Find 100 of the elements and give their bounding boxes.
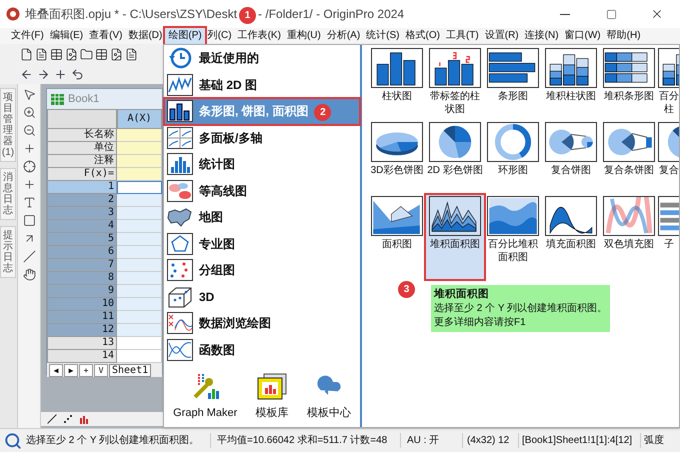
plot-menu-shortcut[interactable]: 模板中心 <box>306 371 351 422</box>
search-icon[interactable] <box>4 432 22 450</box>
tool-icon[interactable] <box>22 214 36 227</box>
radar-icon <box>167 232 193 255</box>
row-header[interactable]: 7 <box>47 259 117 272</box>
row-header[interactable]: 11 <box>47 311 117 324</box>
side-panel-tab[interactable]: 项目管理器 (1) <box>0 88 16 162</box>
tool-icon[interactable] <box>22 124 36 137</box>
sheet-nav-button[interactable]: + <box>79 364 93 376</box>
gallery-item[interactable]: 双色填充图 <box>600 195 658 269</box>
gallery-item[interactable]: 子 <box>658 195 679 269</box>
tool-icon[interactable] <box>22 106 36 119</box>
gallery-item[interactable]: 堆积柱状图 <box>542 47 600 121</box>
menu-item[interactable]: 工具(T) <box>442 28 482 44</box>
menu-item[interactable]: 编辑(E) <box>46 28 86 44</box>
plot-menu-item[interactable]: 地图 <box>164 204 360 230</box>
plot-menu-item[interactable]: 分组图 <box>164 257 360 284</box>
gallery-item[interactable]: 堆积面积图 <box>426 195 484 279</box>
gallery-item[interactable]: 3D彩色饼图 <box>368 121 426 195</box>
row-header[interactable]: 12 <box>47 324 117 337</box>
gallery-item[interactable]: 百分比堆积面积图 <box>484 195 542 269</box>
menu-item[interactable]: 数据(D) <box>125 28 166 44</box>
plot-menu-shortcut[interactable]: Graph Maker <box>173 371 238 422</box>
menu-item[interactable]: 分析(A) <box>324 28 364 44</box>
plot-menu-item[interactable]: 多面板/多轴 <box>164 124 360 151</box>
menu-item[interactable]: 文件(F) <box>8 28 47 44</box>
row-header[interactable]: 3 <box>47 207 117 220</box>
gallery-item[interactable]: 堆积条形图 <box>600 47 658 121</box>
side-panel-tab[interactable]: 消息日志 <box>0 168 16 220</box>
plot-menu-item[interactable]: 函数图 <box>164 336 360 363</box>
column-header[interactable]: A(X) <box>117 109 162 129</box>
menu-item[interactable]: 查看(V) <box>86 28 126 44</box>
sheet-nav-button[interactable]: V <box>94 364 108 376</box>
row-header[interactable]: 9 <box>47 285 117 298</box>
row-header[interactable]: 5 <box>47 233 117 246</box>
gallery-item[interactable]: 复合 <box>658 121 679 195</box>
plot-menu-item[interactable]: 3D <box>164 284 360 310</box>
line-tool-icon[interactable] <box>47 414 57 424</box>
gallery-item[interactable]: 复合饼图 <box>542 121 600 195</box>
sheet-tab[interactable]: Sheet1 <box>109 364 152 376</box>
row-header[interactable]: 8 <box>47 272 117 285</box>
tool-icon[interactable] <box>22 142 36 155</box>
scatter-icon[interactable] <box>63 414 73 424</box>
gallery-item[interactable]: 柱状图 <box>368 47 426 121</box>
tool-icon[interactable] <box>22 178 36 191</box>
two-color-band-thumbnail <box>603 196 655 236</box>
gallery-item[interactable]: 面积图 <box>368 195 426 269</box>
plot-menu-item[interactable]: 最近使用的 <box>164 45 360 72</box>
side-panel-tab[interactable]: 提示日志 <box>0 226 16 278</box>
menu-item[interactable]: 帮助(H) <box>604 28 644 44</box>
window-title: - /Folder1/ - OriginPro 2024 <box>258 6 404 23</box>
sheet-nav-button[interactable]: ◀ <box>49 364 63 376</box>
tool-icon[interactable] <box>22 196 36 209</box>
stacked-area-thumbnail <box>429 196 481 236</box>
gallery-item[interactable]: 复合条饼图 <box>600 121 658 195</box>
row-header[interactable]: 10 <box>47 298 117 311</box>
menu-item[interactable]: 窗口(W) <box>562 28 604 44</box>
plot-menu-item[interactable]: 统计图 <box>164 151 360 178</box>
multi-panel-icon <box>167 126 193 149</box>
row-header[interactable]: 14 <box>47 350 117 363</box>
gallery-item[interactable]: 2D 彩色饼图 <box>426 121 484 195</box>
menu-item[interactable]: 格式(O) <box>402 28 443 44</box>
gallery-item[interactable]: 环形图 <box>484 121 542 195</box>
row-header[interactable]: 13 <box>47 337 117 350</box>
menu-item[interactable]: 绘图(P) <box>165 28 205 44</box>
status-size: (4x32) 12 <box>462 433 518 448</box>
plot-menu-item[interactable]: 数据浏览绘图 <box>164 310 360 336</box>
tool-icon[interactable] <box>22 268 36 281</box>
menu-item[interactable]: 列(C) <box>204 28 235 44</box>
line-chart-icon <box>167 74 193 96</box>
gallery-item[interactable]: 条形图 <box>484 47 542 121</box>
row-header[interactable]: 2 <box>47 194 117 207</box>
gallery-item[interactable]: 填充面积图 <box>542 195 600 269</box>
table-cell <box>117 142 162 155</box>
row-header[interactable]: 4 <box>47 220 117 233</box>
callout-badge: 2 <box>314 104 332 121</box>
plot-menu-item[interactable]: 等高线图 <box>164 178 360 204</box>
forward-arrow-icon[interactable] <box>37 68 50 80</box>
menu-item[interactable]: 重构(U) <box>284 28 324 44</box>
tool-icon[interactable] <box>22 250 36 263</box>
undo-icon[interactable] <box>71 68 84 80</box>
sheet-nav-button[interactable]: ▶ <box>64 364 78 376</box>
menu-item[interactable]: 设置(R) <box>482 28 522 44</box>
row-header[interactable]: 6 <box>47 246 117 259</box>
corner-header <box>47 109 117 129</box>
plus-icon[interactable] <box>54 68 67 80</box>
plot-menu-shortcut[interactable]: 模板库 <box>256 373 289 422</box>
gallery-item[interactable]: 带标签的柱状图 <box>426 47 484 121</box>
menu-item[interactable]: 工作表(K) <box>234 28 284 44</box>
gallery-item[interactable]: 百分柱 <box>658 47 679 121</box>
column-chart-icon[interactable] <box>79 414 89 424</box>
menu-item[interactable]: 统计(S) <box>363 28 403 44</box>
back-arrow-icon[interactable] <box>20 68 33 80</box>
row-header[interactable]: 1 <box>47 181 117 194</box>
plot-menu-item[interactable]: 专业图 <box>164 230 360 257</box>
tool-icon[interactable] <box>22 160 36 173</box>
menu-item[interactable]: 连接(N) <box>522 28 562 44</box>
tool-icon[interactable] <box>22 88 36 101</box>
plot-menu-item[interactable]: 条形图, 饼图, 面积图 2 <box>164 98 360 124</box>
row-label: F(x)= <box>47 168 117 181</box>
